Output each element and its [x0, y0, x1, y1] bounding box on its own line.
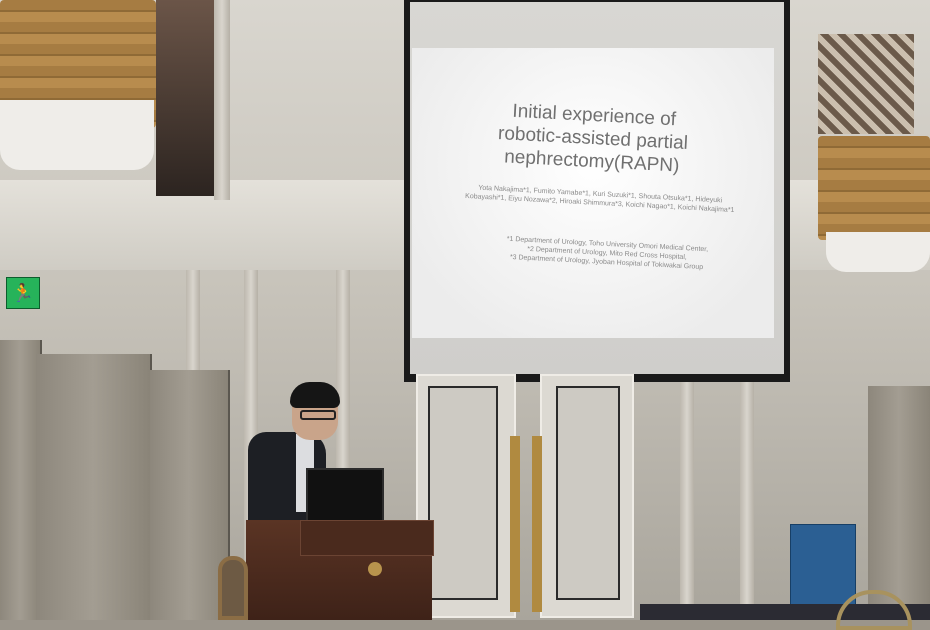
partition-panel [36, 354, 152, 620]
right-balcony-rail [826, 232, 930, 272]
wall-pillar [214, 0, 230, 200]
exit-sign-icon: 🏃 [6, 277, 40, 309]
right-balcony-drum [818, 136, 930, 240]
slide-title: Initial experience of robotic-assisted p… [410, 95, 775, 183]
right-balcony-pattern [818, 34, 914, 134]
wall-pillar [740, 380, 754, 620]
glasses-icon [300, 410, 336, 420]
slide-authors: Yota Nakajima*1, Fumito Yamabe*1, Kuri S… [464, 184, 735, 215]
wall-pillar [680, 380, 694, 620]
door-handle [510, 436, 520, 612]
podium-emblem-icon [368, 562, 382, 576]
presentation-slide: Initial experience of robotic-assisted p… [412, 48, 774, 338]
partition-panel [868, 386, 930, 620]
podium-top [300, 520, 434, 556]
right-door [540, 374, 634, 618]
presenter-hair [290, 382, 340, 408]
left-balcony-rail [0, 100, 154, 170]
door-handle [532, 436, 542, 612]
chair [218, 556, 248, 620]
laptop [306, 468, 384, 528]
door-panel [428, 386, 498, 600]
slide-affiliations: *1 Department of Urology, Toho Universit… [471, 233, 742, 274]
door-panel [556, 386, 620, 600]
left-balcony-opening [156, 0, 214, 196]
